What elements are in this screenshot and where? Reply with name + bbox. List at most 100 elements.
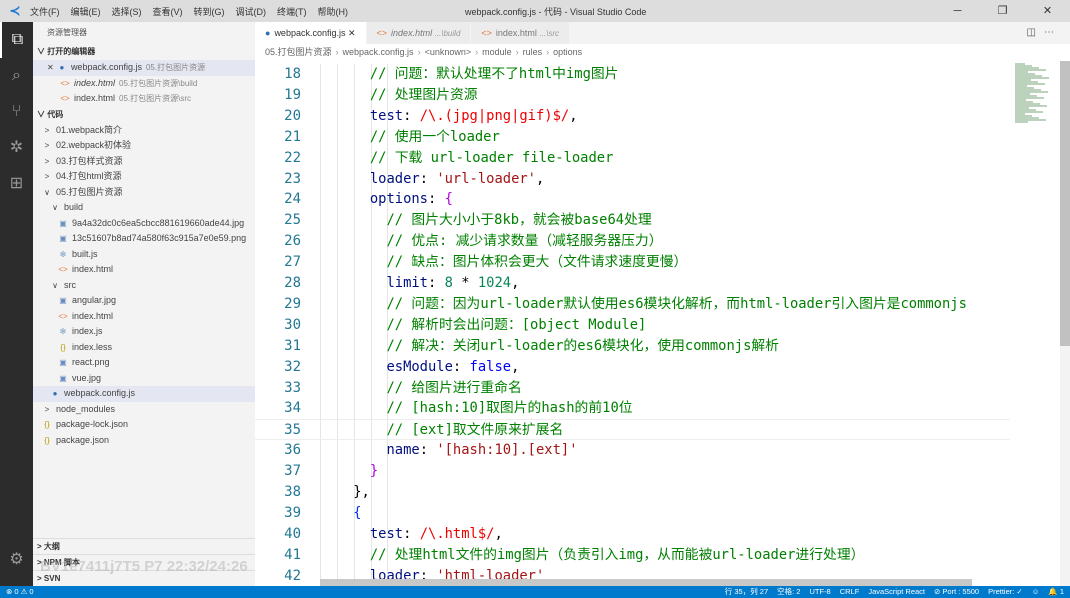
code-token: { xyxy=(444,191,453,208)
status-item[interactable]: ☺ xyxy=(1032,587,1040,596)
file-item[interactable]: <> index.html xyxy=(33,262,255,278)
item-label: package.json xyxy=(56,434,110,445)
horizontal-scrollbar[interactable] xyxy=(320,579,972,586)
code-token: // 缺点：图片体积会更大（文件请求速度更慢） xyxy=(386,254,688,271)
breadcrumb-item[interactable]: options xyxy=(553,47,582,57)
menu-item[interactable]: 帮助(H) xyxy=(318,7,349,17)
source-control-icon[interactable]: ⑂ xyxy=(0,94,33,130)
file-item[interactable]: {} package.json xyxy=(33,433,255,449)
breadcrumb-item[interactable]: webpack.config.js xyxy=(343,47,414,57)
file-item[interactable]: ▣ react.png xyxy=(33,355,255,371)
status-item[interactable]: 空格: 2 xyxy=(777,587,800,596)
more-actions-icon[interactable]: ⋯ xyxy=(1044,27,1062,38)
status-item[interactable]: ⊘ Port : 5500 xyxy=(934,587,979,596)
file-name: webpack.config.js xyxy=(70,62,142,72)
file-item[interactable]: ● webpack.config.js xyxy=(33,386,255,402)
chevron-down-icon: ∨ xyxy=(44,187,50,197)
file-path: 05.打包图片资源 xyxy=(145,63,206,72)
menu-item[interactable]: 选择(S) xyxy=(112,7,142,17)
section-title: SVN xyxy=(43,574,61,583)
debug-icon[interactable]: ✲ xyxy=(0,130,33,166)
code-line: 29 // 问题：因为url-loader默认使用es6模块化解析，而html-… xyxy=(255,294,1010,315)
folder-section[interactable]: ∨ 代码 xyxy=(33,107,255,123)
tab-2[interactable]: <> index.html ...\build xyxy=(366,22,472,44)
item-label: vue.jpg xyxy=(72,372,102,383)
menu-item[interactable]: 编辑(E) xyxy=(71,7,101,17)
item-label: webpack.config.js xyxy=(64,388,136,398)
file-item[interactable]: ▣ vue.jpg xyxy=(33,371,255,387)
status-item[interactable]: JavaScript React xyxy=(868,587,925,596)
breadcrumb-item[interactable]: 05.打包图片资源 xyxy=(265,47,332,57)
code-line: 20 test: /\.(jpg|png|gif)$/, xyxy=(255,106,1010,127)
file-item[interactable]: ▣ 9a4a32dc0c6ea5cbcc881619660ade44.jpg xyxy=(33,216,255,232)
menu-item[interactable]: 转到(G) xyxy=(194,7,225,17)
menu-item[interactable]: 调试(D) xyxy=(236,7,267,17)
close-icon[interactable]: ✕ xyxy=(1025,0,1070,22)
minimap[interactable] xyxy=(1010,61,1060,586)
close-icon[interactable]: ✕ xyxy=(47,63,56,72)
status-item[interactable]: CRLF xyxy=(840,587,860,596)
code-line: 19 // 处理图片资源 xyxy=(255,85,1010,106)
open-editor-item[interactable]: <> index.html 05.打包图片资源\src xyxy=(33,91,255,107)
item-label: 04.打包html资源 xyxy=(56,171,122,181)
open-editor-item[interactable]: <> index.html 05.打包图片资源\build xyxy=(33,76,255,92)
status-item[interactable]: 🔔 1 xyxy=(1048,587,1064,596)
close-tab-icon[interactable]: ✕ xyxy=(345,28,356,38)
menu-item[interactable]: 查看(V) xyxy=(153,7,183,17)
maximize-icon[interactable]: ❐ xyxy=(980,0,1025,22)
code-text: esModule: false, xyxy=(320,357,519,378)
file-item[interactable]: <> index.html xyxy=(33,309,255,325)
code-token: * xyxy=(452,275,478,291)
tab-label: webpack.config.js xyxy=(274,28,346,38)
search-icon[interactable]: ⌕ xyxy=(0,58,33,94)
folder-item[interactable]: ∨ build xyxy=(33,200,255,216)
tab-1[interactable]: ● webpack.config.js ✕ xyxy=(255,22,367,44)
menu-item[interactable]: 终端(T) xyxy=(277,7,307,17)
menu-item[interactable]: 文件(F) xyxy=(30,7,60,17)
status-item[interactable]: 行 35，列 27 xyxy=(725,587,768,596)
file-item[interactable]: {} index.less xyxy=(33,340,255,356)
folder-item[interactable]: >04.打包html资源 xyxy=(33,169,255,185)
sidebar-section[interactable]: > 大纲 xyxy=(33,538,255,554)
status-item[interactable]: Prettier: ✓ xyxy=(988,587,1023,596)
watermark: BV1e7411j7T5 P7 22:32/24:26 xyxy=(40,558,248,575)
line-number: 36 xyxy=(284,442,301,459)
file-item[interactable]: ▣ angular.jpg xyxy=(33,293,255,309)
folder-item[interactable]: ∨ 05.打包图片资源 xyxy=(33,185,255,201)
extensions-icon[interactable]: ⊞ xyxy=(0,166,33,202)
explorer-icon[interactable]: ⧉ xyxy=(0,22,33,58)
code-text: // 问题：因为url-loader默认使用es6模块化解析，而html-loa… xyxy=(320,294,966,315)
code-line: 24 options: { xyxy=(255,189,1010,210)
folder-item[interactable]: >03.打包样式资源 xyxy=(33,154,255,170)
problems-indicator[interactable]: ⊗ 0 ⚠ 0 xyxy=(6,586,34,598)
js-file-icon: ● xyxy=(265,28,271,38)
tab-3[interactable]: <> index.html ...\src xyxy=(471,22,571,44)
code-line: 18 // 问题：默认处理不了html中img图片 xyxy=(255,64,1010,85)
tab-path: ...\src xyxy=(539,29,560,38)
open-editors-section[interactable]: ∨ 打开的编辑器 xyxy=(33,44,255,60)
file-item[interactable]: ✻ index.js xyxy=(33,324,255,340)
file-item[interactable]: {} package-lock.json xyxy=(33,417,255,433)
folder-item[interactable]: > node_modules xyxy=(33,402,255,418)
file-item[interactable]: ▣ 13c51607b8ad74a580f63c915a7e0e59.png xyxy=(33,231,255,247)
vertical-scrollbar[interactable] xyxy=(1060,61,1070,586)
folder-item[interactable]: ∨ src xyxy=(33,278,255,294)
open-editor-item[interactable]: ✕ ● webpack.config.js 05.打包图片资源 xyxy=(33,60,255,76)
code-editor[interactable]: 18 // 问题：默认处理不了html中img图片 19 // 处理图片资源 20 … xyxy=(255,64,1010,582)
file-path: 05.打包图片资源\build xyxy=(119,78,198,88)
gear-icon[interactable]: ⚙ xyxy=(0,542,33,578)
breadcrumb-item[interactable]: <unknown> xyxy=(425,47,472,57)
status-item[interactable]: UTF-8 xyxy=(809,587,830,596)
folder-item[interactable]: >02.webpack初体验 xyxy=(33,138,255,154)
line-number: 28 xyxy=(284,275,301,291)
minimize-icon[interactable]: ─ xyxy=(935,0,980,22)
folder-item[interactable]: >01.webpack简介 xyxy=(33,123,255,139)
breadcrumb-item[interactable]: module xyxy=(482,47,512,57)
file-item[interactable]: ✻ built.js xyxy=(33,247,255,263)
split-editor-icon[interactable]: ◫ xyxy=(1027,27,1044,38)
breadcrumb-item[interactable]: rules xyxy=(523,47,543,57)
